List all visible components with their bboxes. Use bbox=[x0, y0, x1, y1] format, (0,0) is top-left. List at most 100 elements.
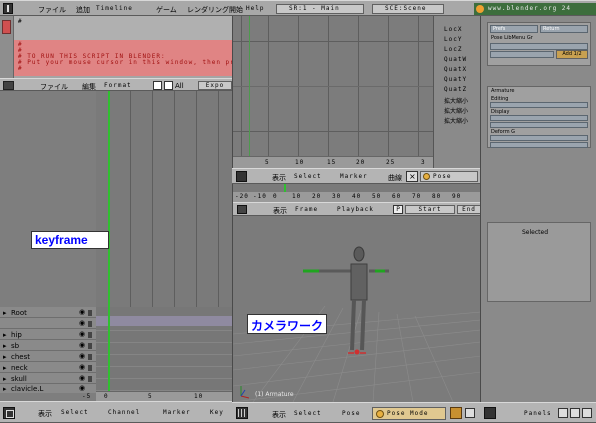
viewport-type-icon[interactable] bbox=[236, 407, 248, 419]
ipo-current-frame-line[interactable] bbox=[249, 16, 250, 156]
timeline-menu-playback[interactable]: Playback bbox=[337, 206, 374, 213]
ipo-channel[interactable]: QuatW bbox=[444, 56, 467, 63]
screen-selector[interactable]: SR:1 - Main bbox=[276, 4, 364, 14]
armature-field-3[interactable] bbox=[490, 122, 588, 128]
add-pose-button[interactable]: Add 1/2 bbox=[556, 50, 588, 59]
line-numbers-toggle-icon[interactable] bbox=[164, 81, 173, 90]
armature-field-2[interactable] bbox=[490, 115, 588, 121]
ipo-editor-type-icon[interactable] bbox=[236, 171, 247, 182]
ipo-channel[interactable]: LocY bbox=[444, 36, 462, 43]
panels-menu[interactable]: Panels bbox=[524, 410, 552, 417]
all-label[interactable]: All bbox=[175, 82, 184, 90]
ipo-channel[interactable]: QuatY bbox=[444, 76, 467, 83]
lock-icon[interactable] bbox=[88, 310, 92, 316]
action-menu-view[interactable]: 表示 bbox=[38, 409, 52, 419]
preview-range-icon[interactable]: P bbox=[393, 205, 403, 214]
armature-field-5[interactable] bbox=[490, 142, 588, 148]
buttons-window-type-icon[interactable] bbox=[484, 407, 496, 419]
end-frame-field[interactable]: End bbox=[457, 205, 481, 214]
channel-row[interactable]: ▸ Root ◉ bbox=[0, 307, 96, 318]
ipo-menu-curve[interactable]: 曲線 bbox=[388, 173, 402, 183]
action-editor-type-icon[interactable] bbox=[3, 407, 15, 419]
3d-viewport[interactable]: (1) Armature カメラワーク bbox=[232, 216, 480, 402]
start-frame-field[interactable]: Start bbox=[405, 205, 455, 214]
pose-mode-select[interactable]: Pose Mode bbox=[372, 407, 446, 420]
ipo-channel[interactable]: LocZ bbox=[444, 46, 462, 53]
ipo-menu-select[interactable]: Select bbox=[294, 173, 322, 180]
ipo-channel[interactable]: 拡大縮小 bbox=[444, 106, 468, 115]
viewport-header: 表示 Select Pose Pose Mode bbox=[232, 402, 480, 423]
channel-row[interactable]: ▸ sb ◉ bbox=[0, 340, 96, 351]
ipo-channel[interactable]: QuatZ bbox=[444, 86, 467, 93]
eye-icon[interactable]: ◉ bbox=[79, 308, 85, 316]
viewport-menu-pose[interactable]: Pose bbox=[342, 410, 360, 417]
lock-icon[interactable] bbox=[88, 354, 92, 360]
ipo-channel[interactable]: 拡大縮小 bbox=[444, 96, 468, 105]
ipo-key-icon[interactable]: × bbox=[406, 171, 418, 182]
eye-icon[interactable]: ◉ bbox=[79, 352, 85, 360]
eye-icon[interactable]: ◉ bbox=[79, 330, 85, 338]
viewport-menu-select[interactable]: Select bbox=[294, 410, 322, 417]
channel-row[interactable]: ▸ clavicle.L ◉ bbox=[0, 384, 96, 393]
ipo-mode-select[interactable]: Pose bbox=[420, 171, 478, 182]
pose-lib-field-2[interactable] bbox=[490, 51, 554, 58]
draw-type-icon[interactable] bbox=[450, 407, 462, 419]
topbar-menu-game[interactable]: ゲーム bbox=[156, 5, 177, 15]
channel-row[interactable]: ▸ chest ◉ bbox=[0, 351, 96, 362]
timeline-type-icon[interactable] bbox=[237, 205, 247, 214]
timeline-menu-frame[interactable]: Frame bbox=[295, 206, 318, 213]
action-menu-channel[interactable]: Channel bbox=[108, 409, 140, 416]
pose-lib-menu-label[interactable]: Pose LibMenu Gr bbox=[491, 35, 533, 41]
ipo-menu-marker[interactable]: Marker bbox=[340, 173, 368, 180]
channel-row[interactable]: ▸ hip ◉ bbox=[0, 329, 96, 340]
prefs-button[interactable]: Prefs bbox=[490, 25, 538, 33]
pose-lib-field-1[interactable] bbox=[490, 43, 588, 50]
topbar-menu-render[interactable]: レンダリング開始 bbox=[187, 5, 243, 15]
panel-icon-3[interactable] bbox=[582, 408, 592, 418]
end-frame-label: End bbox=[462, 206, 476, 213]
topbar-menu-file[interactable]: ファイル bbox=[38, 5, 66, 15]
action-menu-select[interactable]: Select bbox=[61, 409, 89, 416]
ruler-tick: 80 bbox=[432, 193, 442, 200]
export-button[interactable]: Expo bbox=[198, 81, 232, 90]
eye-icon[interactable]: ◉ bbox=[79, 384, 85, 392]
armature-field-1[interactable] bbox=[490, 102, 588, 108]
panel-icon-1[interactable] bbox=[558, 408, 568, 418]
channel-row[interactable]: ▸ neck ◉ bbox=[0, 362, 96, 373]
panel-icon-2[interactable] bbox=[570, 408, 580, 418]
return-button[interactable]: Return bbox=[540, 25, 588, 33]
lock-icon[interactable] bbox=[88, 376, 92, 382]
scene-selector[interactable]: SCE:Scene bbox=[372, 4, 444, 14]
channel-row[interactable]: ◉ bbox=[0, 318, 96, 329]
channel-row[interactable]: ▸ skull ◉ bbox=[0, 373, 96, 384]
ipo-channel[interactable]: LocX bbox=[444, 26, 462, 33]
pivot-icon[interactable] bbox=[465, 408, 475, 418]
text-menu-format[interactable]: Format bbox=[104, 82, 132, 89]
action-menu-key[interactable]: Key bbox=[210, 409, 224, 416]
timeline-current-frame[interactable] bbox=[284, 184, 286, 192]
info-window-icon[interactable] bbox=[3, 3, 13, 14]
ipo-channel[interactable]: QuatX bbox=[444, 66, 467, 73]
ipo-channel[interactable]: 拡大縮小 bbox=[444, 116, 468, 125]
text-scrollbar[interactable] bbox=[0, 16, 14, 78]
lock-icon[interactable] bbox=[88, 365, 92, 371]
topbar-menu-add[interactable]: 追加 bbox=[76, 5, 90, 15]
timeline-menu-view[interactable]: 表示 bbox=[273, 206, 287, 216]
lock-icon[interactable] bbox=[88, 321, 92, 327]
fullscreen-toggle-icon[interactable] bbox=[153, 81, 162, 90]
eye-icon[interactable]: ◉ bbox=[79, 374, 85, 382]
lock-icon[interactable] bbox=[88, 343, 92, 349]
eye-icon[interactable]: ◉ bbox=[79, 363, 85, 371]
text-editor-type-icon[interactable] bbox=[3, 81, 14, 90]
lock-icon[interactable] bbox=[88, 332, 92, 338]
eye-icon[interactable]: ◉ bbox=[79, 341, 85, 349]
action-menu-marker[interactable]: Marker bbox=[163, 409, 191, 416]
eye-icon[interactable]: ◉ bbox=[79, 319, 85, 327]
armature-field-4[interactable] bbox=[490, 135, 588, 141]
text-scrollbar-thumb[interactable] bbox=[2, 20, 11, 34]
ruler-tick: 5 bbox=[148, 393, 153, 400]
ipo-menu-view[interactable]: 表示 bbox=[272, 173, 286, 183]
topbar-menu-help[interactable]: Help bbox=[246, 5, 264, 12]
topbar-menu-timeline[interactable]: Timeline bbox=[96, 5, 133, 12]
viewport-menu-view[interactable]: 表示 bbox=[272, 410, 286, 420]
